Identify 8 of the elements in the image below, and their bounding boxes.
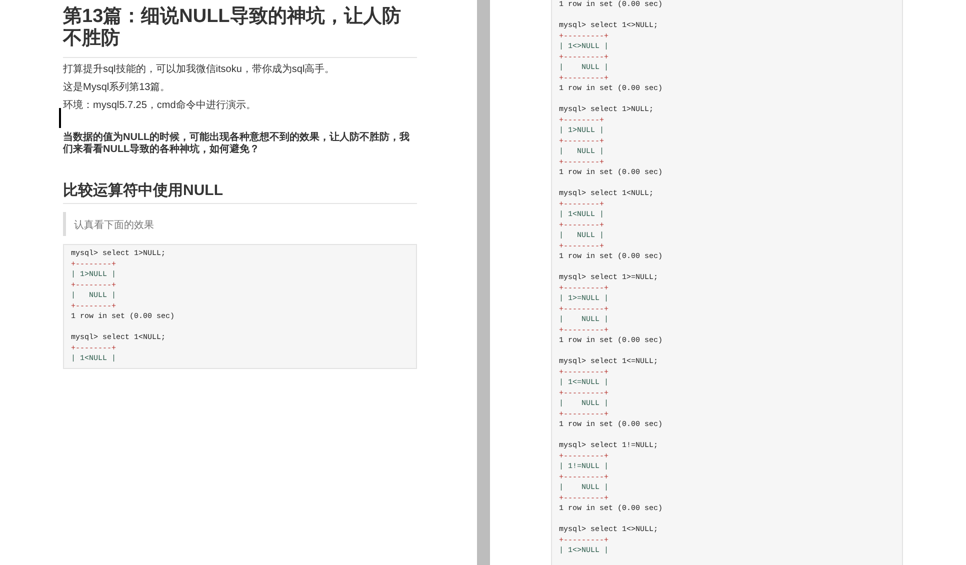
paragraph: 环境：mysql5.7.25，cmd命令中进行演示。	[63, 100, 257, 112]
section-heading: 比较运算符中使用NULL	[63, 182, 417, 204]
text-cursor	[59, 108, 61, 128]
paragraph: 打算提升sql技能的，可以加我微信itsoku，带你成为sql高手。	[63, 64, 336, 76]
paragraph: 这是Mysql系列第13篇。	[63, 82, 172, 94]
article-title: 第13篇：细说NULL导致的神坑，让人防不胜防	[63, 6, 417, 58]
blockquote-text: 认真看下面的效果	[74, 220, 154, 231]
intro-paragraph: 当数据的值为NULL的时候，可能出现各种意想不到的效果，让人防不胜防，我们来看看NULL导致的各种神坑，如何避免？	[63, 132, 411, 156]
